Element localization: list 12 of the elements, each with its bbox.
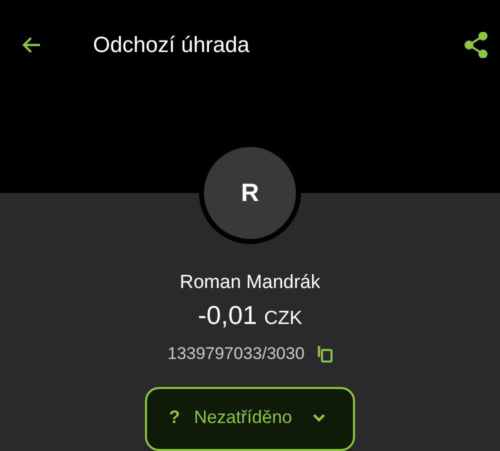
copy-icon: [316, 345, 333, 363]
payee-name: Roman Mandrák: [180, 272, 320, 294]
chevron-down-icon: [312, 413, 326, 423]
share-icon: [464, 32, 488, 58]
account-number: 1339797033/3030: [167, 344, 305, 364]
copy-button[interactable]: [316, 345, 333, 363]
amount: -0,01: [198, 300, 258, 331]
category-dropdown[interactable]: ? Nezatříděno: [145, 387, 355, 451]
screen-title: Odchozí úhrada: [93, 32, 251, 58]
question-mark-icon: ?: [169, 407, 180, 428]
currency: CZK: [264, 308, 302, 330]
share-button[interactable]: [464, 32, 488, 58]
